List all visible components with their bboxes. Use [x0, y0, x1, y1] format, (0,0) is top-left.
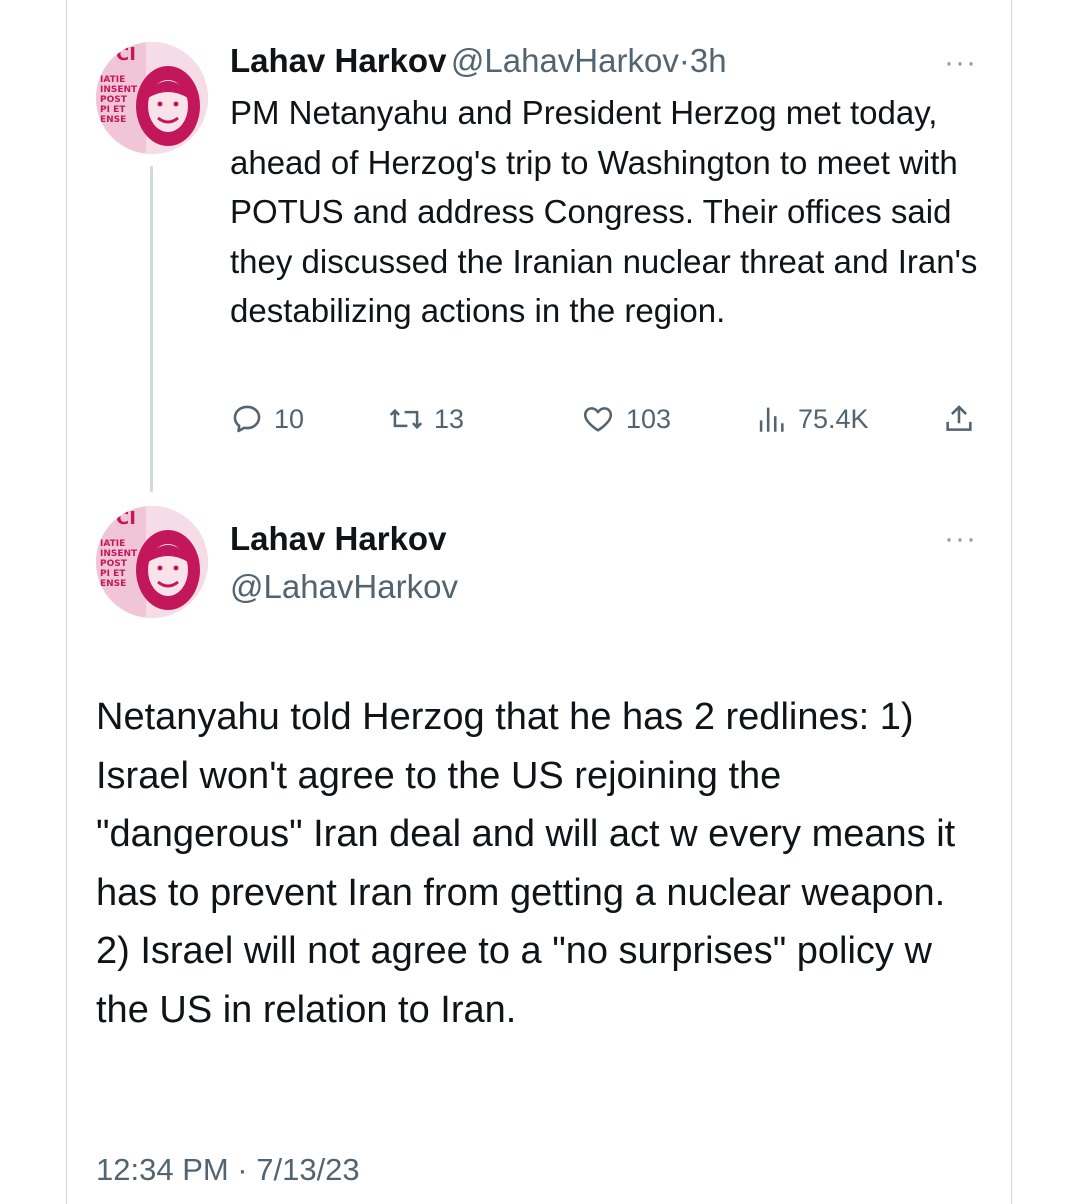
author-avatar[interactable]: IATIE INSENT POST PI ET ENSE CI: [96, 42, 208, 154]
thread-connector-line: [150, 166, 153, 492]
tweet-text: PM Netanyahu and President Herzog met to…: [230, 94, 978, 329]
avatar-image: IATIE INSENT POST PI ET ENSE CI: [96, 42, 208, 154]
svg-text:POST: POST: [100, 95, 128, 105]
reply-button[interactable]: 10: [230, 402, 304, 436]
like-count: 103: [626, 403, 672, 434]
svg-text:ENSE: ENSE: [100, 579, 126, 589]
header-separator: ·: [678, 42, 690, 79]
tweet-time-ago[interactable]: 3h: [690, 42, 727, 79]
svg-text:IATIE: IATIE: [100, 75, 125, 85]
heart-icon: [583, 407, 613, 432]
author-handle[interactable]: @LahavHarkov: [230, 568, 458, 606]
author-handle[interactable]: @LahavHarkov: [451, 42, 679, 79]
tweet-timestamp[interactable]: 12:34 PM · 7/13/23: [96, 1152, 360, 1188]
author-name[interactable]: Lahav Harkov: [230, 520, 446, 558]
svg-text:IATIE: IATIE: [100, 539, 125, 549]
share-button[interactable]: [942, 402, 976, 436]
tweet-text: Netanyahu told Herzog that he has 2 redl…: [96, 696, 956, 1031]
more-options-button[interactable]: ···: [944, 524, 977, 554]
svg-text:PI ET: PI ET: [100, 105, 126, 115]
svg-text:INSENT: INSENT: [100, 549, 138, 559]
reply-count: 10: [274, 403, 305, 434]
retweet-button[interactable]: 13: [388, 402, 464, 436]
views-chart-icon: [759, 407, 784, 432]
author-name[interactable]: Lahav Harkov: [230, 42, 446, 79]
svg-text:INSENT: INSENT: [100, 85, 138, 95]
svg-text:PI ET: PI ET: [100, 569, 126, 579]
views-button[interactable]: 75.4K: [754, 402, 869, 436]
tweet-actions-bar: 10 13 103 75.4K: [230, 402, 990, 442]
views-count: 75.4K: [798, 403, 869, 434]
tweet-header: Lahav Harkov @LahavHarkov·3h: [230, 42, 727, 80]
retweet-icon: [389, 408, 423, 430]
avatar-image: IATIE INSENT POST PI ET ENSE CI: [96, 506, 208, 618]
svg-text:ENSE: ENSE: [100, 115, 126, 125]
author-avatar[interactable]: IATIE INSENT POST PI ET ENSE CI: [96, 506, 208, 618]
like-button[interactable]: 103: [580, 402, 671, 436]
share-icon: [946, 405, 972, 431]
reply-icon: [233, 405, 261, 433]
svg-text:POST: POST: [100, 559, 128, 569]
retweet-count: 13: [434, 403, 465, 434]
more-options-button[interactable]: ···: [944, 48, 977, 78]
